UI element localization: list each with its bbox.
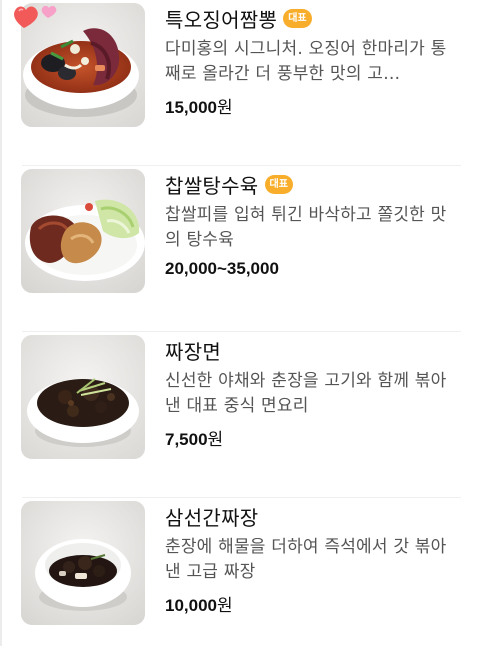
menu-item-image[interactable] (21, 335, 145, 459)
title-row: 특오징어짬뽕 대표 (165, 2, 465, 34)
menu-item-jajangmyeon[interactable]: 짜장면 신선한 야채와 춘장을 고기와 함께 볶아낸 대표 중식 면요리 7,5… (0, 332, 481, 498)
menu-item-image[interactable] (21, 501, 145, 625)
menu-item-price: 15,000원 (165, 93, 465, 118)
menu-item-info: 찹쌀탕수육 대표 찹쌀피를 입혀 튀긴 바삭하고 쫄깃한 맛의 탕수육 20,0… (165, 168, 465, 279)
price-currency: 원 (217, 98, 233, 118)
menu-item-description: 찹쌀피를 입혀 튀긴 바삭하고 쫄깃한 맛의 탕수육 (165, 205, 447, 250)
price-value: 15,000 (165, 98, 217, 117)
title-row: 삼선간짜장 (165, 500, 465, 532)
ganjjajang-dish-photo (21, 501, 145, 625)
price-currency: 원 (217, 596, 233, 616)
menu-item-description: 다미홍의 시그니처. 오징어 한마리가 통째로 올라간 더 풍부한 맛의 고… (165, 39, 447, 84)
menu-item-tangsuyuk[interactable]: 찹쌀탕수육 대표 찹쌀피를 입혀 튀긴 바삭하고 쫄깃한 맛의 탕수육 20,0… (0, 166, 481, 332)
menu-item-jjamppong[interactable]: 특오징어짬뽕 대표 다미홍의 시그니처. 오징어 한마리가 통째로 올라간 더 … (0, 0, 481, 166)
title-row: 찹쌀탕수육 대표 (165, 168, 465, 200)
jajangmyeon-dish-photo (21, 335, 145, 459)
menu-item-info: 짜장면 신선한 야채와 춘장을 고기와 함께 볶아낸 대표 중식 면요리 7,5… (165, 334, 465, 451)
menu-item-description: 신선한 야채와 춘장을 고기와 함께 볶아낸 대표 중식 면요리 (165, 371, 447, 416)
menu-item-name: 특오징어짬뽕 (165, 7, 278, 32)
tangsuyuk-dish-photo (21, 169, 145, 293)
price-value: 10,000 (165, 596, 217, 615)
hearts-icon (14, 5, 57, 28)
signature-badge: 대표 (264, 174, 293, 194)
menu-item-info: 삼선간짜장 춘장에 해물을 더하여 즉석에서 갓 볶아낸 고급 짜장 10,00… (165, 500, 465, 617)
price-currency: 원 (207, 430, 224, 450)
menu-item-ganjjajang[interactable]: 삼선간짜장 춘장에 해물을 더하여 즉석에서 갓 볶아낸 고급 짜장 10,00… (0, 498, 481, 664)
menu-item-name: 삼선간짜장 (165, 505, 259, 530)
menu-item-info: 특오징어짬뽕 대표 다미홍의 시그니처. 오징어 한마리가 통째로 올라간 더 … (165, 2, 465, 119)
price-value: 7,500 (165, 430, 208, 449)
menu-item-image[interactable] (21, 169, 145, 293)
menu-item-name: 찹쌀탕수육 (165, 173, 259, 198)
menu-item-price: 7,500원 (165, 425, 465, 450)
price-value: 20,000~35,000 (165, 259, 279, 278)
menu-item-name: 짜장면 (165, 339, 222, 364)
menu-item-price: 10,000원 (165, 591, 465, 616)
menu-item-price: 20,000~35,000 (165, 259, 465, 279)
signature-badge: 대표 (283, 8, 312, 28)
title-row: 짜장면 (165, 334, 465, 366)
menu-item-description: 춘장에 해물을 더하여 즉석에서 갓 볶아낸 고급 짜장 (165, 537, 447, 582)
